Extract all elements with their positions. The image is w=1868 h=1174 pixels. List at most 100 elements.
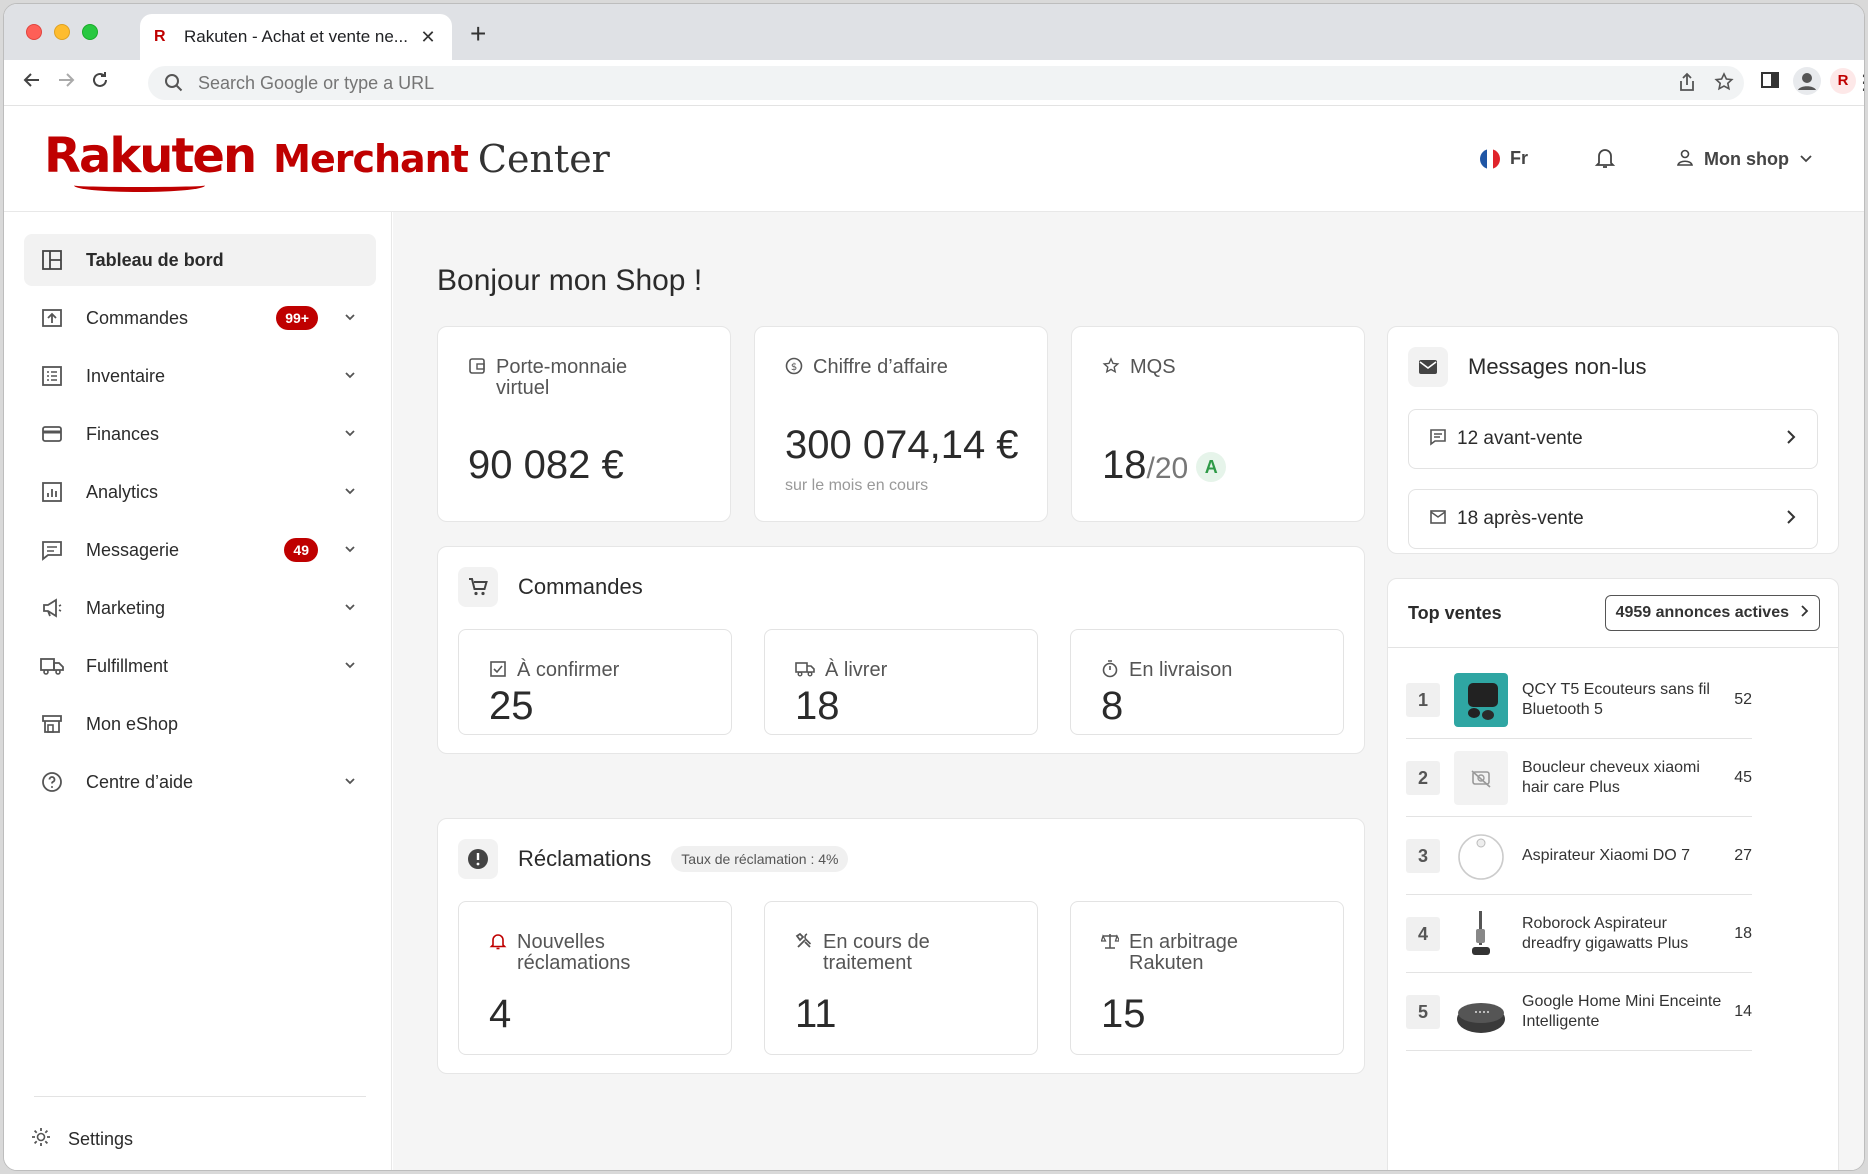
forward-arrow-icon[interactable] [52,69,80,97]
mqs-title: MQS [1130,356,1176,378]
language-selector[interactable]: Fr [1480,148,1528,169]
rakuten-favicon-icon: R [154,28,166,45]
wallet-title: Porte-monnaie virtuel [496,356,628,399]
chevron-down-icon[interactable] [338,658,362,675]
sidebar-item-messaging[interactable]: Messagerie 49 [24,524,376,576]
browser-menu-icon[interactable]: ⋮ [1854,70,1864,95]
top-sales-row[interactable]: 2 Boucleur cheveux xiaomi hair care Plus… [1406,739,1752,817]
chevron-down-icon[interactable] [338,368,362,385]
sidebar-item-finances[interactable]: Finances [24,408,376,460]
truck-icon [795,660,815,683]
sidebar-item-label: Centre d’aide [86,771,194,792]
active-listings-button[interactable]: 4959 annonces actives [1604,595,1820,631]
browser-tab[interactable]: R Rakuten - Achat et vente ne... ✕ [140,14,452,60]
orders-to-confirm-card[interactable]: À confirmer 25 [458,629,732,735]
close-tab-icon[interactable]: ✕ [418,27,438,48]
chevron-down-icon[interactable] [338,426,362,443]
sidebar: Tableau de bord Commandes 99+ Inventaire… [4,212,392,1170]
orders-to-deliver-label: À livrer [825,659,888,681]
address-input[interactable] [198,72,1298,94]
wallet-card[interactable]: Porte-monnaie virtuel 90 082 € [437,326,731,522]
top-sales-card: Top ventes 4959 annonces actives 1 QCY T… [1387,578,1839,1170]
reload-icon[interactable] [86,69,114,97]
browser-window: R Rakuten - Achat et vente ne... ✕ + Sea… [3,3,1865,1171]
chevron-down-icon[interactable] [338,484,362,501]
chevron-down-icon[interactable] [338,542,362,559]
new-tab-button[interactable]: + [470,20,486,48]
revenue-card[interactable]: $ Chiffre d’affaire 300 074,14 € sur le … [754,326,1048,522]
tools-icon [795,932,813,974]
maximize-window-button[interactable] [82,24,98,40]
sales-count: 45 [1734,768,1752,786]
rank-badge: 1 [1406,682,1440,717]
rakuten-extension-icon[interactable]: R [1830,68,1856,94]
sales-count: 27 [1734,846,1752,864]
claims-in-progress-card[interactable]: En cours de traitement 11 [764,901,1038,1055]
sidebar-item-inventory[interactable]: Inventaire [24,350,376,402]
chevron-down-icon[interactable] [338,774,362,791]
sidebar-item-orders[interactable]: Commandes 99+ [24,292,376,344]
mqs-denominator: /20 [1146,452,1189,485]
top-sales-row[interactable]: 5 Google Home Mini Enceinte Intelligente… [1406,973,1752,1051]
rank-badge: 4 [1406,916,1440,951]
chevron-down-icon[interactable] [338,310,362,327]
wallet-icon [40,422,64,446]
notification-bell-icon[interactable] [1594,146,1616,175]
chevron-down-icon [1799,149,1813,170]
wallet-value: 90 082 € [468,443,624,487]
top-sales-row[interactable]: 4 Roborock Aspirateur dreadfry gigawatts… [1406,895,1752,973]
sidebar-item-help-center[interactable]: Centre d’aide [24,756,376,808]
main-content: Bonjour mon Shop ! Porte-monnaie virtuel… [393,212,1864,1170]
top-sales-row[interactable]: 3 Aspirateur Xiaomi DO 7 27 [1406,817,1752,895]
earbuds-product-image [1454,672,1508,727]
claims-arbitration-card[interactable]: En arbitrage Rakuten 15 [1070,901,1344,1055]
bookmark-star-icon[interactable] [1714,72,1734,97]
rakuten-merchant-center-logo[interactable]: Rakuten Merchant Center [44,128,610,192]
settings-label: Settings [68,1129,134,1149]
minimize-window-button[interactable] [54,24,70,40]
aftersale-messages-row[interactable]: 18 après-vente [1408,489,1818,549]
megaphone-icon [40,596,64,620]
account-label: Mon shop [1704,149,1789,169]
rank-badge: 2 [1406,760,1440,795]
sales-count: 18 [1734,924,1752,942]
claim-rate-badge: Taux de réclamation : 4% [671,846,849,872]
sidebar-item-fulfillment[interactable]: Fulfillment [24,640,376,692]
share-icon[interactable] [1678,72,1696,97]
mqs-card[interactable]: MQS 18/20 A [1071,326,1365,522]
orders-in-delivery-card[interactable]: En livraison 8 [1070,629,1344,735]
chevron-right-icon [1785,428,1797,451]
gear-icon [30,1126,52,1153]
sidebar-item-label: Messagerie [86,539,180,560]
address-bar[interactable] [148,66,1744,100]
language-label: Fr [1510,148,1528,168]
close-window-button[interactable] [26,24,42,40]
orders-to-deliver-card[interactable]: À livrer 18 [764,629,1038,735]
orders-to-deliver-value: 18 [795,684,840,728]
sidebar-item-label: Finances [86,423,160,444]
new-claims-label: Nouvelles réclamations [517,931,631,974]
mail-icon [1408,347,1448,387]
back-arrow-icon[interactable] [18,69,46,97]
window-controls [26,24,98,40]
truck-icon [40,654,64,678]
profile-avatar-icon[interactable] [1792,66,1822,96]
wallet-card-header: Porte-monnaie virtuel [468,357,666,399]
account-menu[interactable]: Mon shop [1676,148,1813,171]
active-listings-label: 4959 annonces actives [1615,604,1789,621]
presale-messages-row[interactable]: 12 avant-vente [1408,409,1818,469]
sidebar-item-eshop[interactable]: Mon eShop [24,698,376,750]
sidebar-item-dashboard[interactable]: Tableau de bord [24,234,376,286]
settings-link[interactable]: Settings [30,1126,133,1153]
sidebar-item-analytics[interactable]: Analytics [24,466,376,518]
chevron-down-icon[interactable] [338,600,362,617]
orders-icon [40,306,64,330]
mqs-card-header: MQS [1102,357,1300,380]
sidebar-item-marketing[interactable]: Marketing [24,582,376,634]
top-sales-row[interactable]: 1 QCY T5 Ecouteurs sans fil Bluetooth 5 … [1406,661,1752,739]
new-claims-card[interactable]: Nouvelles réclamations 4 [458,901,732,1055]
orders-in-delivery-header: En livraison [1101,660,1232,683]
top-sales-divider [1388,647,1838,648]
stick-vacuum-product-image [1454,906,1508,961]
side-panel-icon[interactable] [1760,70,1780,90]
